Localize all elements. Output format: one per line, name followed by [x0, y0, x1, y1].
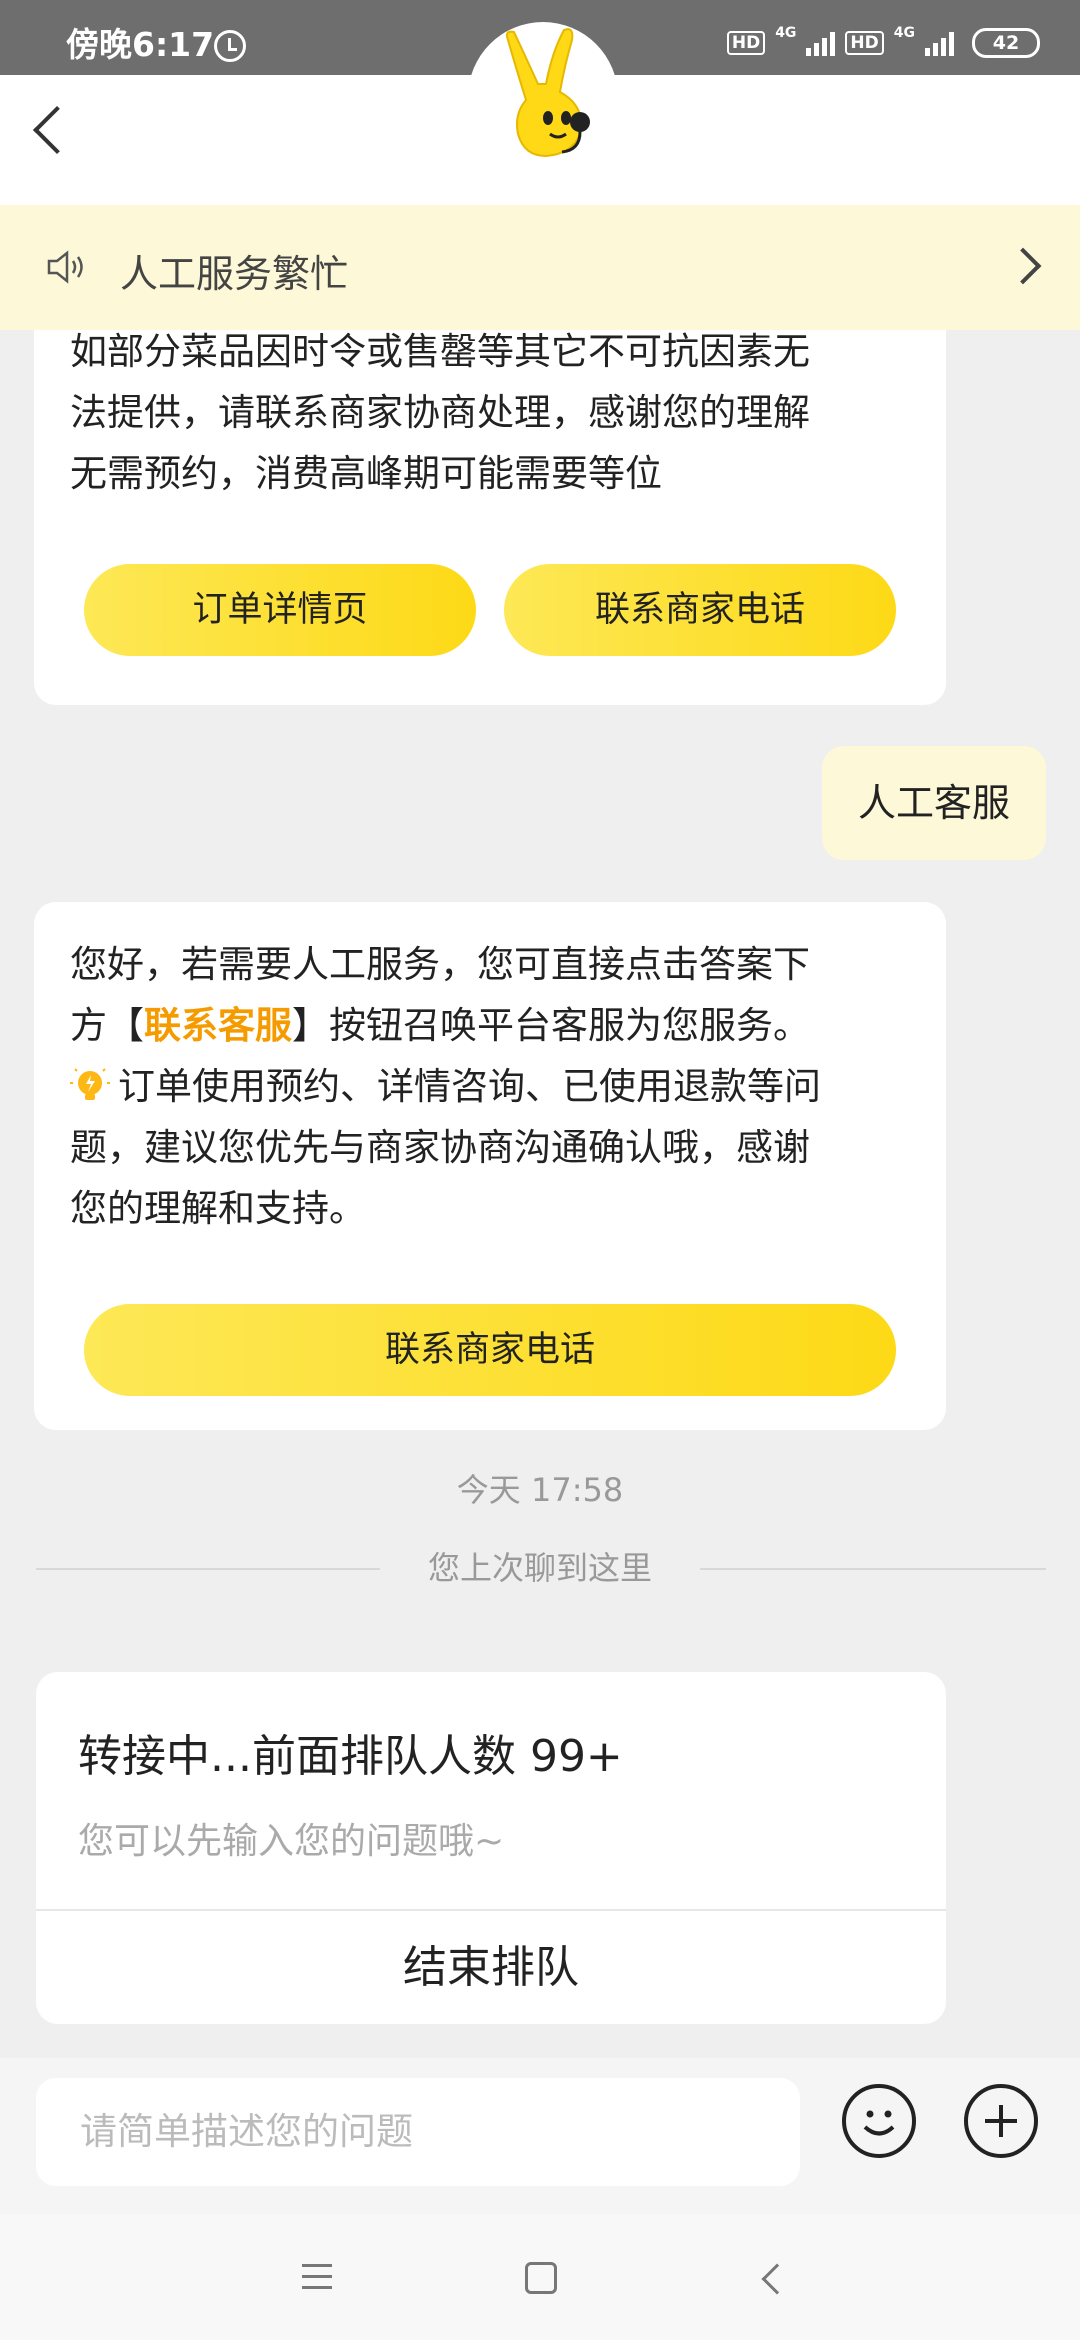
message-text: 您好，若需要人工服务，您可直接点击答案下 方【联系客服】按钮召唤平台客服为您服务…: [70, 934, 821, 1239]
chat-timestamp: 今天 17:58: [456, 1471, 624, 1509]
emoji-icon[interactable]: [842, 2084, 916, 2158]
network-type: 4G: [893, 25, 915, 41]
user-message-bubble: 人工客服: [821, 746, 1046, 860]
speaker-icon: [47, 250, 83, 284]
status-time: 傍晚6:17: [66, 25, 215, 64]
lightbulb-icon: [70, 1068, 110, 1100]
contact-service-highlight: 联系客服: [144, 1004, 292, 1047]
text-fragment: 】按钮召唤平台客服为您服务。: [292, 1004, 810, 1047]
message-line: 题，建议您优先与商家协商沟通确认哦，感谢: [70, 1126, 810, 1169]
hd-icon: HD: [726, 31, 766, 55]
text-fragment: 订单使用预约、详情咨询、已使用退款等问: [118, 1065, 821, 1108]
message-line: 您好，若需要人工服务，您可直接点击答案下: [70, 943, 810, 986]
signal-icon: [806, 30, 836, 56]
message-line: 如部分菜品因时令或售罄等其它不可抗因素无: [70, 330, 810, 373]
home-icon[interactable]: [525, 2262, 557, 2294]
nav-back-icon[interactable]: [761, 2263, 793, 2295]
system-nav-bar: [0, 2214, 1080, 2340]
network-type: 4G: [775, 25, 797, 41]
chevron-right-icon: [1004, 247, 1042, 285]
call-merchant-button[interactable]: 联系商家电话: [84, 1304, 896, 1396]
text-fragment: 方【: [70, 1004, 144, 1047]
end-queue-button[interactable]: 结束排队: [36, 1911, 946, 2025]
last-read-divider: 您上次聊到这里: [0, 1540, 1080, 1596]
order-detail-button[interactable]: 订单详情页: [84, 564, 476, 656]
message-line: 方【联系客服】按钮召唤平台客服为您服务。: [70, 995, 821, 1056]
alarm-icon: [214, 30, 246, 62]
message-line: 订单使用预约、详情咨询、已使用退款等问: [70, 1056, 821, 1117]
message-line: 您的理解和支持。: [70, 1187, 366, 1230]
status-indicators: HD 4G HD 4G 42: [726, 25, 1040, 58]
battery-icon: 42: [972, 28, 1040, 58]
message-text: 如部分菜品因时令或售罄等其它不可抗因素无 法提供，请联系商家协商处理，感谢您的理…: [70, 321, 810, 504]
message-line: 法提供，请联系商家协商处理，感谢您的理解: [70, 391, 810, 434]
hd-icon: HD: [845, 31, 884, 55]
back-arrow-icon[interactable]: [32, 105, 82, 155]
message-input[interactable]: 请简单描述您的问题: [36, 2078, 800, 2186]
queue-card: 转接中...前面排队人数 99+ 您可以先输入您的问题哦~ 结束排队: [36, 1672, 946, 2024]
queue-hint: 您可以先输入您的问题哦~: [78, 1821, 505, 1862]
queue-status-title: 转接中...前面排队人数 99+: [78, 1731, 623, 1782]
signal-icon: [925, 30, 954, 56]
bot-message-card: 您好，若需要人工服务，您可直接点击答案下 方【联系客服】按钮召唤平台客服为您服务…: [34, 902, 946, 1430]
menu-icon[interactable]: [302, 2264, 332, 2297]
input-bar: 请简单描述您的问题: [0, 2058, 1080, 2214]
plus-icon[interactable]: [964, 2084, 1038, 2158]
message-line: 无需预约，消费高峰期可能需要等位: [70, 452, 662, 495]
call-merchant-button[interactable]: 联系商家电话: [504, 564, 896, 656]
notice-bar[interactable]: 人工服务繁忙: [0, 205, 1080, 330]
notice-text: 人工服务繁忙: [120, 252, 349, 296]
last-read-label: 您上次聊到这里: [427, 1549, 652, 1587]
bot-message-card: 如部分菜品因时令或售罄等其它不可抗因素无 法提供，请联系商家协商处理，感谢您的理…: [34, 300, 946, 705]
mascot-avatar: [468, 22, 618, 172]
